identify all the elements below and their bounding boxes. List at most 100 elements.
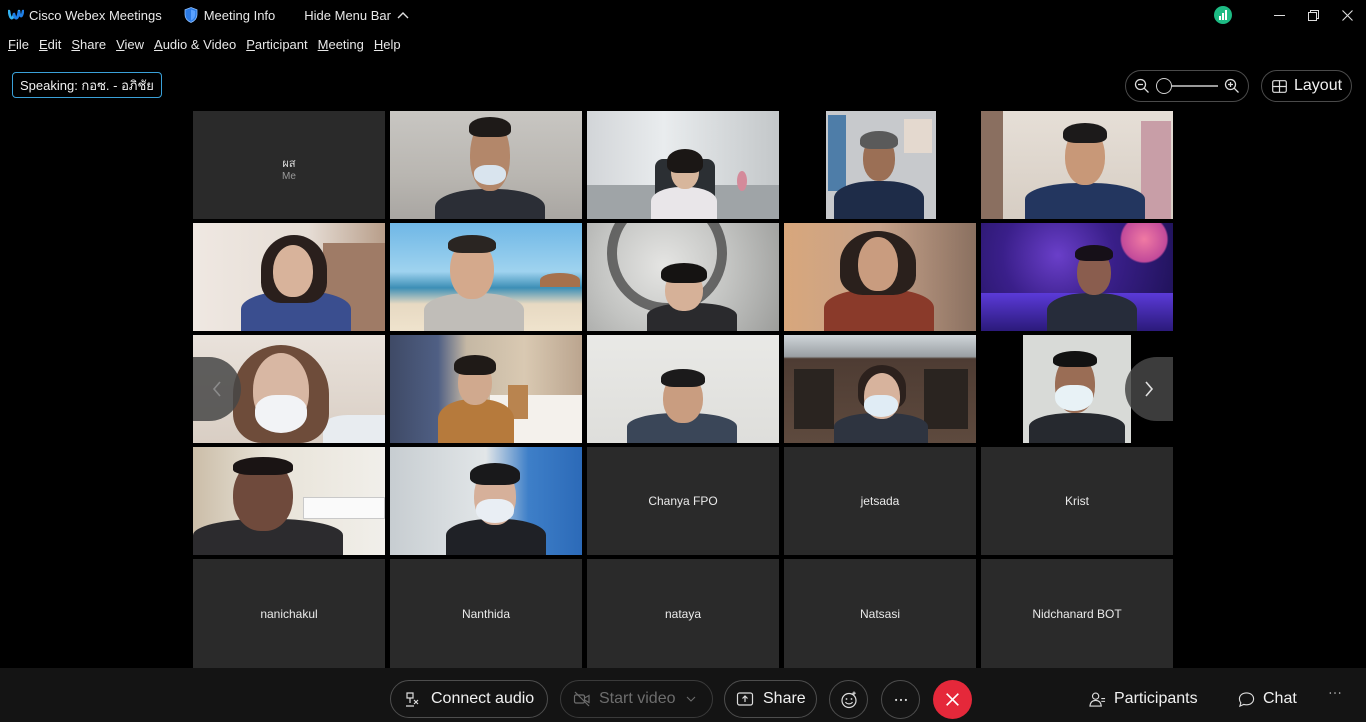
participant-name-tile[interactable]: Krist <box>981 447 1173 555</box>
participant-name-tile[interactable]: nataya <box>587 559 779 668</box>
menu-participant[interactable]: Participant <box>246 37 307 52</box>
participant-name-tile[interactable]: Natsasi <box>784 559 976 668</box>
participant-video-tile[interactable] <box>390 223 582 331</box>
menu-file[interactable]: File <box>8 37 29 52</box>
meeting-info-label: Meeting Info <box>203 7 276 23</box>
menu-share[interactable]: Share <box>71 37 106 52</box>
participant-name: Nanthida <box>461 606 511 621</box>
participant-name: nanichakul <box>260 606 318 621</box>
share-icon <box>736 692 754 706</box>
more-options-button[interactable] <box>881 680 920 719</box>
participant-video-tile[interactable] <box>193 447 385 555</box>
app-name: Cisco Webex Meetings <box>29 7 162 23</box>
chat-button[interactable]: Chat <box>1238 690 1297 708</box>
video-feed <box>784 335 976 443</box>
hide-menu-bar-label: Hide Menu Bar <box>304 7 391 23</box>
participant-video-tile[interactable] <box>587 223 779 331</box>
participant-name: Nidchanard BOT <box>1032 606 1122 621</box>
video-feed <box>193 223 385 331</box>
chevron-right-icon <box>1145 381 1154 397</box>
reactions-button[interactable] <box>829 680 868 719</box>
grid-layout-icon <box>1272 79 1287 93</box>
participant-video-tile[interactable] <box>390 111 582 219</box>
chevron-left-icon <box>212 381 221 397</box>
participant-video-tile[interactable] <box>587 111 779 219</box>
participants-button[interactable]: Participants <box>1089 690 1198 708</box>
video-feed <box>390 335 582 443</box>
video-feed <box>587 111 779 219</box>
layout-button[interactable]: Layout <box>1261 70 1352 102</box>
active-speaker-badge: Speaking: กอซ. - อภิชัย <box>12 72 162 98</box>
menu-meeting[interactable]: Meeting <box>318 37 364 52</box>
participant-video-tile[interactable] <box>193 223 385 331</box>
self-me-label: Me <box>282 171 296 182</box>
video-feed <box>587 223 779 331</box>
menu-audio-video[interactable]: Audio & Video <box>154 37 236 52</box>
participant-video-tile[interactable] <box>981 111 1173 219</box>
connect-audio-button[interactable]: Connect audio <box>390 680 548 718</box>
minimize-button[interactable] <box>1264 0 1294 30</box>
participant-video-tile[interactable] <box>390 335 582 443</box>
participant-video-tile[interactable] <box>784 111 976 219</box>
title-bar: Cisco Webex Meetings Meeting Info Hide M… <box>0 0 1366 30</box>
menu-view[interactable]: View <box>116 37 144 52</box>
zoom-slider[interactable] <box>1156 78 1218 94</box>
meeting-info-button[interactable]: Meeting Info <box>184 7 276 23</box>
close-window-button[interactable] <box>1332 0 1362 30</box>
chat-label: Chat <box>1263 690 1297 707</box>
restore-button[interactable] <box>1298 0 1328 30</box>
participant-name: Chanya FPO <box>648 494 718 508</box>
webex-logo-icon <box>8 9 24 20</box>
participant-name-tile[interactable]: nanichakul <box>193 559 385 668</box>
hide-menu-bar-button[interactable]: Hide Menu Bar <box>304 8 409 23</box>
close-icon <box>946 693 959 706</box>
zoom-slider-handle[interactable] <box>1156 78 1172 94</box>
self-video-tile[interactable]: ผส Me <box>193 111 385 219</box>
video-feed <box>784 111 976 219</box>
video-feed <box>784 223 976 331</box>
video-feed <box>390 223 582 331</box>
video-feed <box>587 335 779 443</box>
chevron-up-icon <box>397 12 409 19</box>
zoom-in-icon[interactable] <box>1224 78 1240 94</box>
network-signal-icon[interactable] <box>1214 6 1232 24</box>
minimize-icon <box>1273 14 1285 16</box>
participant-video-tile[interactable] <box>784 223 976 331</box>
start-video-button[interactable]: Start video <box>560 680 713 718</box>
participant-name: Krist <box>1065 494 1089 508</box>
shield-icon <box>184 7 198 23</box>
menu-help[interactable]: Help <box>374 37 401 52</box>
chat-icon <box>1238 691 1255 707</box>
participant-name-tile[interactable]: Nanthida <box>390 559 582 668</box>
video-feed <box>390 447 582 555</box>
video-off-icon <box>573 691 590 707</box>
chevron-down-icon[interactable] <box>685 693 697 705</box>
video-feed <box>193 447 385 555</box>
zoom-out-icon[interactable] <box>1134 78 1150 94</box>
participants-label: Participants <box>1114 690 1198 707</box>
connect-audio-icon <box>406 692 419 707</box>
close-icon <box>1341 9 1353 21</box>
participant-video-tile[interactable] <box>981 223 1173 331</box>
self-name: ผส <box>282 158 296 170</box>
leave-meeting-button[interactable] <box>933 680 972 719</box>
emoji-icon <box>840 691 857 708</box>
share-button[interactable]: Share <box>724 680 817 718</box>
participant-name-tile[interactable]: Nidchanard BOT <box>981 559 1173 668</box>
meeting-controls-bar: Connect audio Start video Share Particip… <box>0 668 1366 722</box>
participant-video-tile[interactable] <box>784 335 976 443</box>
video-feed <box>981 223 1173 331</box>
participant-name-tile[interactable]: jetsada <box>784 447 976 555</box>
menu-edit[interactable]: Edit <box>39 37 61 52</box>
video-grid: ผส Me Chanya FPO jetsada Krist nanichaku… <box>193 111 1173 668</box>
participant-name-tile[interactable]: Chanya FPO <box>587 447 779 555</box>
participant-video-tile[interactable] <box>587 335 779 443</box>
more-horizontal-icon <box>1329 692 1341 694</box>
zoom-control <box>1125 70 1249 102</box>
restore-icon <box>1307 9 1319 21</box>
participant-video-tile[interactable] <box>390 447 582 555</box>
participants-icon <box>1089 692 1106 707</box>
more-horizontal-icon <box>894 698 907 701</box>
toolbar-more-button[interactable] <box>1328 686 1342 700</box>
start-video-label: Start video <box>599 690 676 707</box>
